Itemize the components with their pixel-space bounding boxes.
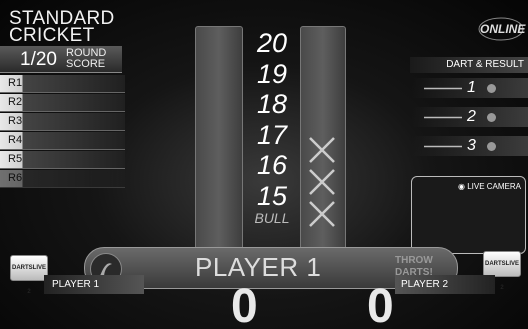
dart-icon [424, 87, 462, 90]
target-number-18: 18 [256, 89, 288, 119]
dart-icon [424, 116, 462, 119]
round-row: R2 [0, 94, 125, 112]
target-number-19: 19 [256, 58, 288, 89]
dart-result-dot-icon [487, 113, 496, 122]
online-logo-text: ONLINE [480, 22, 526, 36]
dart-icon [424, 145, 462, 148]
target-number-16: 16 [256, 150, 288, 180]
round-label: ROUND SCORE [66, 48, 106, 70]
target-number-15: 15 [256, 180, 288, 211]
target-number-17: 17 [256, 119, 288, 150]
eye-icon: ◉ [457, 182, 465, 191]
round-indicator: 1/20 ROUND SCORE [0, 46, 122, 73]
live-camera-panel[interactable]: ◉ LIVE CAMERA [411, 176, 526, 254]
game-screen: STANDARD CRICKET 1/20 ROUND SCORE R1 R2 … [0, 0, 528, 329]
round-row: R6 [0, 170, 125, 188]
round-label: R6 [8, 172, 23, 184]
live-camera-label: ◉ LIVE CAMERA [458, 182, 521, 191]
cross-mark-icon [309, 137, 335, 163]
cross-mark-icon [309, 201, 335, 227]
player2-name: PLAYER 2 [401, 279, 449, 290]
dart-number: 2 [467, 108, 476, 125]
player2-score: 0 [367, 280, 394, 329]
mode-line2: CRICKET [9, 25, 95, 46]
round-list: R1 R2 R3 R4 R5 R6 [0, 75, 125, 189]
cricket-numbers: 20 19 18 17 16 15 BULL [245, 28, 299, 242]
round-label: R4 [8, 134, 23, 146]
current-player-name: PLAYER 1 [195, 252, 322, 282]
dart-result-row: 3 [412, 136, 528, 156]
dart-result-row: 2 [412, 107, 528, 127]
live-camera-text: LIVE CAMERA [467, 182, 521, 191]
player1-name: PLAYER 1 [52, 279, 100, 290]
round-label: R3 [8, 115, 23, 127]
throw-line1: THROW [395, 255, 433, 266]
player1-name-bar: PLAYER 1 [44, 275, 144, 294]
dart-number: 3 [467, 137, 476, 154]
round-row: R1 [0, 75, 125, 93]
player1-mark-column [195, 26, 243, 263]
dart-number: 1 [467, 79, 476, 96]
round-label: R5 [8, 153, 23, 165]
round-label-line2: SCORE [66, 58, 106, 70]
dart-result-dot-icon [487, 84, 496, 93]
dart-result-dot-icon [487, 142, 496, 151]
cross-mark-icon [309, 169, 335, 195]
round-value: 1/20 [20, 49, 57, 70]
player1-card-icon: DARTSLIVE 2 [10, 255, 48, 295]
player2-name-bar: PLAYER 2 [395, 275, 495, 294]
round-row: R3 [0, 113, 125, 131]
round-row: R5 [0, 151, 125, 169]
target-bull: BULL [254, 210, 290, 226]
player1-score: 0 [231, 280, 258, 329]
round-label: R2 [8, 96, 23, 108]
player2-card-icon: DARTSLIVE 2 [483, 251, 521, 291]
round-row: R4 [0, 132, 125, 150]
round-label: R1 [8, 77, 23, 89]
target-number-20: 20 [256, 28, 288, 58]
dart-result-header: DART & RESULT [410, 57, 528, 73]
game-mode-title: STANDARD CRICKET [9, 9, 115, 46]
dart-result-row: 1 [412, 78, 528, 98]
